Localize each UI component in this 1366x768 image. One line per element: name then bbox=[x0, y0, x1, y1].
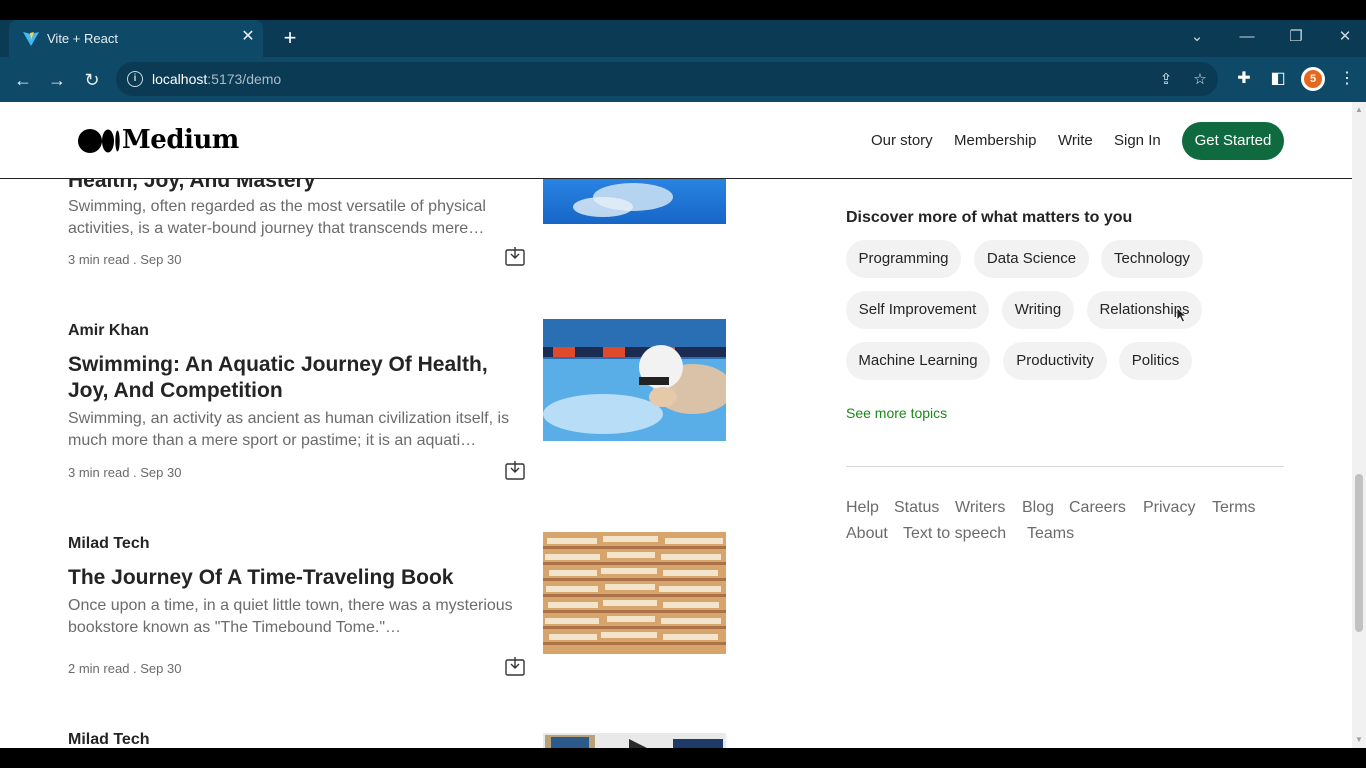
article-thumbnail[interactable] bbox=[543, 733, 726, 748]
sidebar-divider bbox=[846, 466, 1284, 467]
browser-toolbar: ← → ↻ i localhost:5173/demo ⇪ ☆ ✚ ◧ 5 ⋮ bbox=[0, 57, 1366, 102]
scrollbar-thumb[interactable] bbox=[1355, 474, 1363, 632]
side-panel-icon[interactable]: ◧ bbox=[1266, 67, 1290, 91]
topic-chip-data-science[interactable]: Data Science bbox=[974, 240, 1089, 278]
article-author[interactable]: Amir Khan bbox=[68, 322, 149, 340]
topic-chip-technology[interactable]: Technology bbox=[1101, 240, 1203, 278]
vertical-scrollbar[interactable]: ▲ ▼ bbox=[1352, 102, 1366, 748]
footer-link-text-to-speech[interactable]: Text to speech bbox=[903, 525, 1006, 543]
footer-link-about[interactable]: About bbox=[846, 525, 888, 543]
footer-link-status[interactable]: Status bbox=[894, 499, 939, 517]
address-bar[interactable]: i localhost:5173/demo ⇪ ☆ bbox=[116, 62, 1218, 96]
article-thumbnail[interactable] bbox=[543, 532, 726, 654]
article-meta: 2 min read . Sep 30 bbox=[68, 661, 182, 676]
back-icon[interactable]: ← bbox=[10, 67, 36, 93]
article-title[interactable]: The Journey Of A Time-Traveling Book bbox=[68, 565, 528, 591]
bookmark-star-icon[interactable]: ☆ bbox=[1189, 69, 1211, 91]
topic-chip-self-improvement[interactable]: Self Improvement bbox=[846, 291, 989, 329]
topic-chip-productivity[interactable]: Productivity bbox=[1003, 342, 1107, 380]
nav-our-story[interactable]: Our story bbox=[871, 132, 933, 149]
profile-avatar[interactable]: 5 bbox=[1301, 67, 1325, 91]
devices-image bbox=[545, 735, 723, 748]
get-started-button[interactable]: Get Started bbox=[1182, 122, 1284, 160]
article-thumbnail[interactable] bbox=[543, 319, 726, 441]
tab-search-icon[interactable]: ⌄ bbox=[1182, 24, 1212, 50]
tab-strip: Vite + React ✕ + ⌄ — ❐ ✕ bbox=[0, 20, 1366, 57]
footer-link-careers[interactable]: Careers bbox=[1069, 499, 1126, 517]
new-tab-button[interactable]: + bbox=[278, 24, 302, 52]
topic-chip-writing[interactable]: Writing bbox=[1002, 291, 1074, 329]
footer-link-writers[interactable]: Writers bbox=[955, 499, 1005, 517]
taskbar-edge bbox=[0, 748, 1366, 768]
scroll-up-icon[interactable]: ▲ bbox=[1354, 105, 1364, 115]
article-author[interactable]: Milad Tech bbox=[68, 731, 150, 748]
url-text[interactable]: localhost:5173/demo bbox=[152, 71, 281, 87]
footer-link-teams[interactable]: Teams bbox=[1027, 525, 1074, 543]
extensions-puzzle-icon[interactable]: ✚ bbox=[1232, 67, 1256, 91]
site-info-icon[interactable]: i bbox=[127, 71, 143, 87]
logo-wordmark: Medium bbox=[122, 125, 239, 155]
books-stack-image bbox=[543, 532, 726, 654]
html5-icon: 5 bbox=[1304, 70, 1322, 88]
restore-button[interactable]: ❐ bbox=[1281, 24, 1311, 50]
minimize-button[interactable]: — bbox=[1232, 24, 1262, 50]
topic-chip-politics[interactable]: Politics bbox=[1119, 342, 1192, 380]
article-excerpt: Swimming, often regarded as the most ver… bbox=[68, 198, 486, 237]
see-more-topics-link[interactable]: See more topics bbox=[846, 405, 947, 421]
mouse-cursor-icon bbox=[1176, 307, 1188, 323]
footer-link-help[interactable]: Help bbox=[846, 499, 879, 517]
footer-link-privacy[interactable]: Privacy bbox=[1143, 499, 1195, 517]
nav-sign-in[interactable]: Sign In bbox=[1114, 132, 1161, 149]
share-icon[interactable]: ⇪ bbox=[1155, 69, 1177, 91]
article-excerpt: Once upon a time, in a quiet little town… bbox=[68, 597, 513, 636]
save-icon[interactable] bbox=[505, 460, 525, 480]
footer-link-blog[interactable]: Blog bbox=[1022, 499, 1054, 517]
vite-icon bbox=[23, 32, 39, 46]
article-meta: 3 min read . Sep 30 bbox=[68, 252, 182, 267]
close-tab-icon[interactable]: ✕ bbox=[239, 28, 257, 46]
footer-link-terms[interactable]: Terms bbox=[1212, 499, 1256, 517]
nav-write[interactable]: Write bbox=[1058, 132, 1093, 149]
reload-icon[interactable]: ↻ bbox=[79, 67, 105, 93]
article-excerpt: Swimming, an activity as ancient as huma… bbox=[68, 410, 510, 449]
save-icon[interactable] bbox=[505, 246, 525, 266]
swimmer-image bbox=[543, 319, 726, 441]
tab-title: Vite + React bbox=[47, 31, 118, 46]
forward-icon[interactable]: → bbox=[44, 67, 70, 93]
save-icon[interactable] bbox=[505, 656, 525, 676]
nav-membership[interactable]: Membership bbox=[954, 132, 1037, 149]
sidebar-heading: Discover more of what matters to you bbox=[846, 209, 1133, 226]
topic-chip-programming[interactable]: Programming bbox=[846, 240, 961, 278]
medium-logo-icon bbox=[78, 129, 120, 153]
browser-tab[interactable]: Vite + React ✕ bbox=[9, 20, 263, 57]
site-header: Medium Our story Membership Write Sign I… bbox=[0, 102, 1352, 179]
page-viewport: Medium Our story Membership Write Sign I… bbox=[0, 102, 1352, 748]
menu-kebab-icon[interactable]: ⋮ bbox=[1335, 67, 1359, 91]
article-meta: 3 min read . Sep 30 bbox=[68, 465, 182, 480]
scroll-down-icon[interactable]: ▼ bbox=[1354, 735, 1364, 745]
article-author[interactable]: Milad Tech bbox=[68, 535, 150, 553]
article-title[interactable]: Swimming: An Aquatic Journey Of Health, … bbox=[68, 352, 528, 404]
close-window-button[interactable]: ✕ bbox=[1330, 24, 1360, 50]
topic-chip-machine-learning[interactable]: Machine Learning bbox=[846, 342, 990, 380]
